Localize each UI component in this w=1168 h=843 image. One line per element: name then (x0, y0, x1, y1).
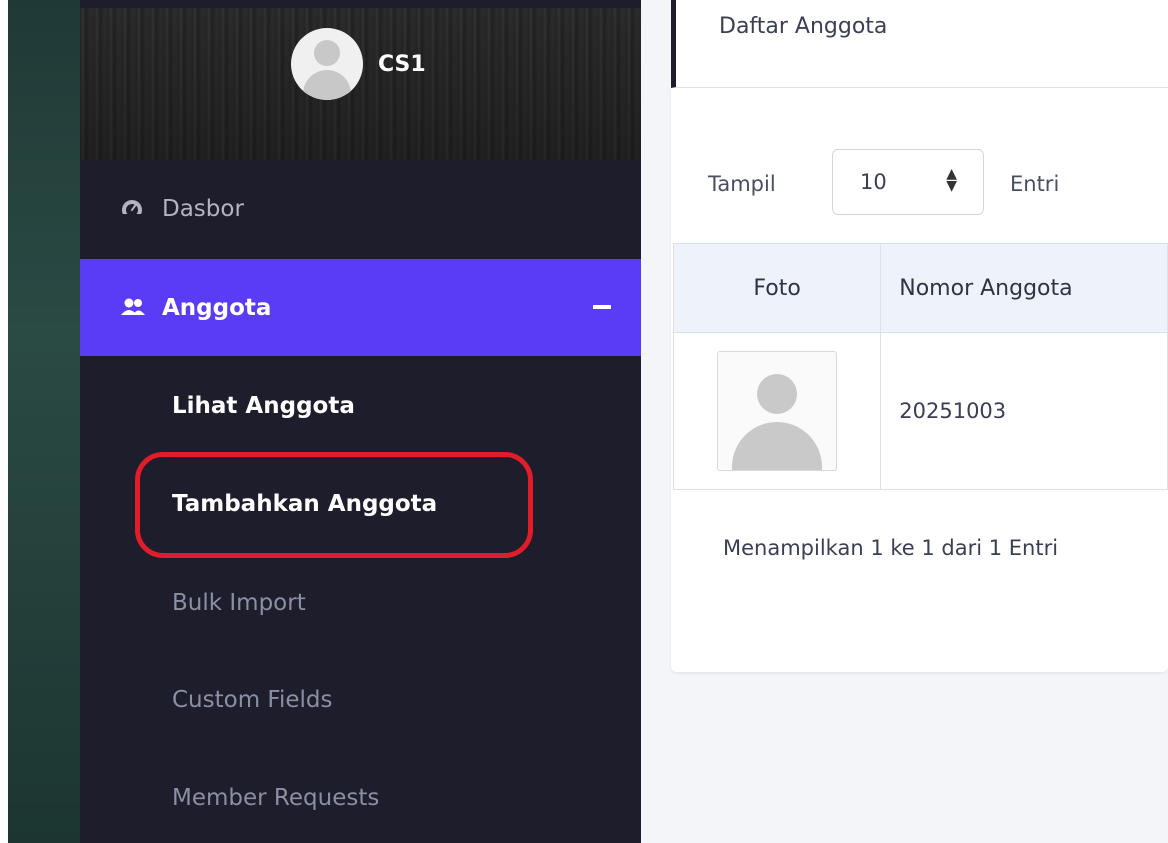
page-edge (0, 0, 8, 843)
main-content: Daftar Anggota Tampil 10 ▲ ▼ Entri Foto N… (641, 0, 1168, 843)
submenu-lihat-anggota[interactable]: Lihat Anggota (172, 393, 355, 419)
user-avatar-icon[interactable] (291, 28, 363, 100)
user-name[interactable]: CS1 (378, 52, 426, 77)
sidebar-item-anggota[interactable]: Anggota (80, 259, 641, 356)
user-panel: CS1 (80, 8, 641, 160)
table-info: Menampilkan 1 ke 1 dari 1 Entri (723, 536, 1059, 560)
member-number-cell: 20251003 (880, 332, 1168, 490)
photo-cell (672, 332, 882, 490)
members-card: Tampil 10 ▲ ▼ Entri Foto Nomor Anggota 2… (671, 88, 1168, 672)
submenu-custom-fields[interactable]: Custom Fields (172, 687, 333, 713)
collapse-icon[interactable] (593, 305, 611, 309)
background-image (8, 0, 80, 843)
length-prefix-label: Tampil (708, 172, 776, 196)
column-header-foto[interactable]: Foto (672, 243, 882, 333)
submenu-bulk-import[interactable]: Bulk Import (172, 590, 306, 616)
sidebar-item-label: Dasbor (162, 195, 244, 222)
submenu-tambahkan-anggota[interactable]: Tambahkan Anggota (172, 491, 437, 517)
member-photo-icon (717, 351, 838, 471)
members-table: Foto Nomor Anggota 20251003 (672, 243, 1168, 490)
table-row: 20251003 (672, 332, 1168, 490)
sidebar-item-dasbor[interactable]: Dasbor (80, 160, 641, 257)
page-header: Daftar Anggota (671, 0, 1168, 88)
table-header-row: Foto Nomor Anggota (672, 243, 1168, 333)
sidebar-item-label: Anggota (162, 294, 272, 321)
users-icon (120, 297, 146, 319)
sidebar: CS1 Dasbor Anggota Lihat Anggota Tambahk… (80, 0, 641, 843)
entries-length-value: 10 (860, 170, 887, 194)
length-suffix-label: Entri (1010, 172, 1060, 196)
dashboard-icon (120, 198, 146, 220)
submenu-member-requests[interactable]: Member Requests (172, 785, 379, 811)
sort-arrows-icon: ▲ ▼ (946, 166, 957, 194)
page-title: Daftar Anggota (719, 14, 888, 39)
entries-length-select[interactable]: 10 ▲ ▼ (832, 149, 984, 215)
column-header-nomor-anggota[interactable]: Nomor Anggota (880, 243, 1168, 333)
